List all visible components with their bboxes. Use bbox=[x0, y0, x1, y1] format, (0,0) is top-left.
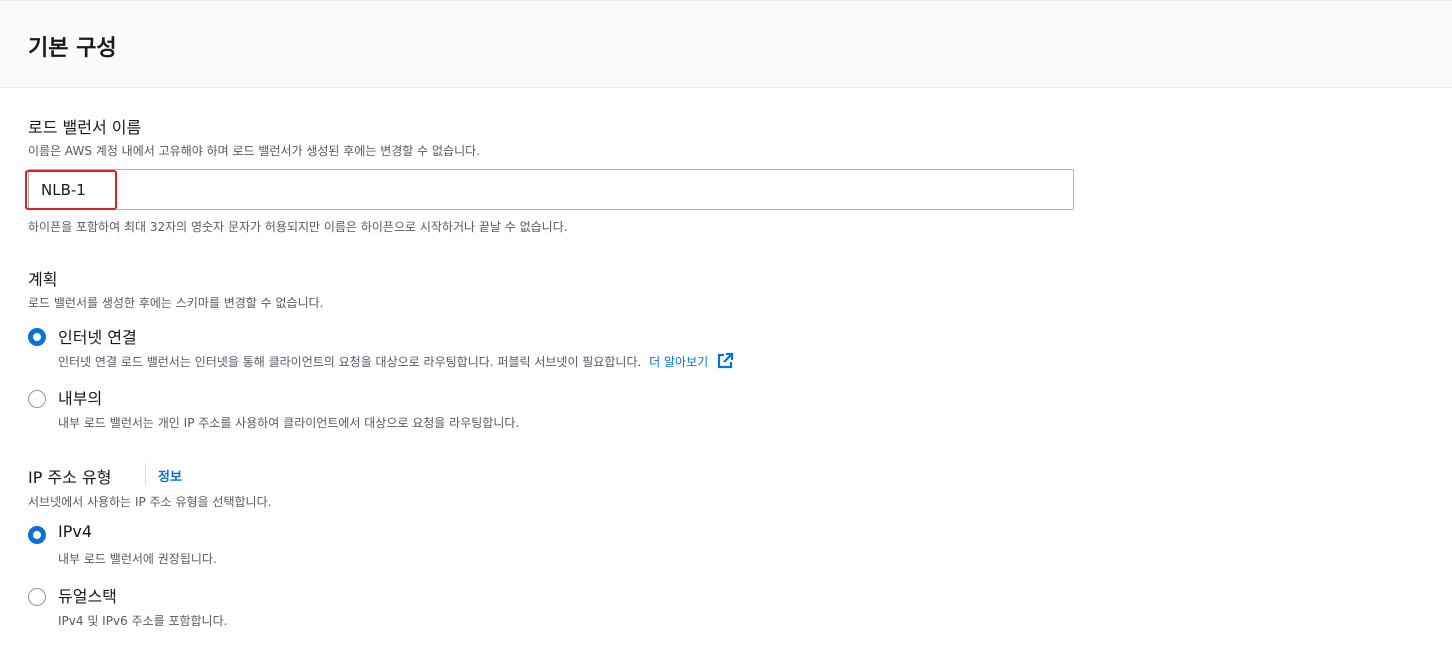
ip-type-label: IP 주소 유형 bbox=[28, 468, 112, 487]
ip-type-description: 서브넷에서 사용하는 IP 주소 유형을 선택합니다. bbox=[28, 495, 272, 509]
scheme-internal-label[interactable]: 내부의 bbox=[58, 385, 102, 409]
ip-type-dualstack-label[interactable]: 듀얼스택 bbox=[58, 583, 117, 607]
ip-type-ipv4-description: 내부 로드 밸런서에 권장됩니다. bbox=[58, 552, 217, 566]
scheme-internet-facing-description: 인터넷 연결 로드 밸런서는 인터넷을 통해 클라이언트의 요청을 대상으로 라… bbox=[58, 352, 734, 370]
scheme-internet-facing-radio[interactable] bbox=[28, 328, 46, 346]
lb-name-field[interactable] bbox=[28, 169, 1074, 210]
info-link[interactable]: 정보 bbox=[158, 466, 182, 485]
ip-type-ipv4-label[interactable]: IPv4 bbox=[58, 522, 92, 541]
scheme-description: 로드 밸런서를 생성한 후에는 스키마를 변경할 수 없습니다. bbox=[28, 296, 324, 310]
lb-name-description: 이름은 AWS 계정 내에서 고유해야 하며 로드 밸런서가 생성된 후에는 변… bbox=[28, 144, 480, 158]
ip-type-ipv4-radio[interactable] bbox=[28, 526, 46, 544]
section-title: 기본 구성 bbox=[28, 36, 117, 61]
scheme-label: 계획 bbox=[28, 270, 58, 289]
ip-type-dualstack-radio[interactable] bbox=[28, 588, 46, 606]
lb-name-hint: 하이픈을 포함하여 최대 32자의 영숫자 문자가 허용되지만 이름은 하이픈으… bbox=[28, 220, 568, 234]
external-link-icon[interactable] bbox=[716, 352, 734, 370]
scheme-internal-radio[interactable] bbox=[28, 390, 46, 408]
scheme-internet-facing-label[interactable]: 인터넷 연결 bbox=[58, 324, 137, 348]
section-header: 기본 구성 bbox=[0, 0, 1452, 88]
ip-type-dualstack-description: IPv4 및 IPv6 주소를 포함합니다. bbox=[58, 614, 228, 628]
learn-more-link[interactable]: 더 알아보기 bbox=[649, 355, 708, 369]
lb-name-input[interactable] bbox=[29, 170, 1073, 209]
scheme-internet-facing-text: 인터넷 연결 로드 밸런서는 인터넷을 통해 클라이언트의 요청을 대상으로 라… bbox=[58, 355, 642, 369]
scheme-internal-description: 내부 로드 밸런서는 개인 IP 주소를 사용하여 클라이언트에서 대상으로 요… bbox=[58, 416, 520, 430]
lb-name-label: 로드 밸런서 이름 bbox=[28, 118, 142, 137]
label-divider bbox=[145, 463, 146, 485]
